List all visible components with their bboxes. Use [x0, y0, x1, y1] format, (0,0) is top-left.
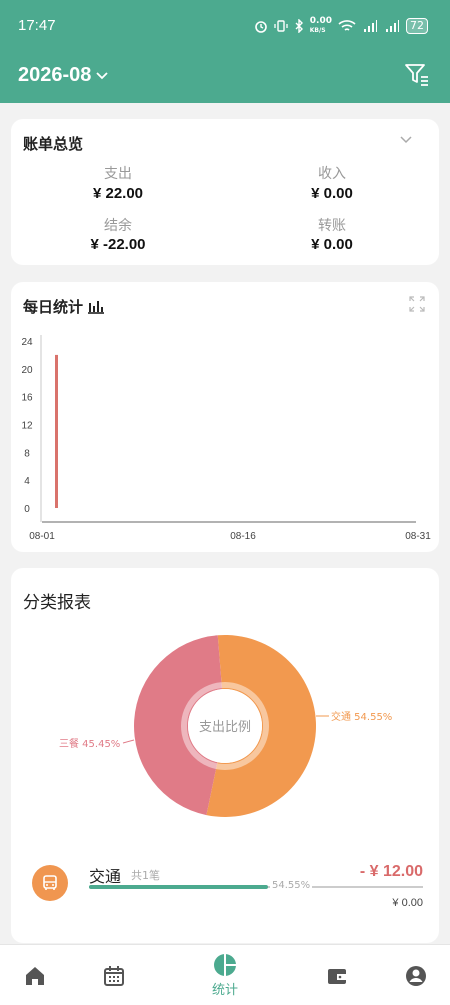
x-tick-label: 08-16 — [230, 531, 256, 542]
overview-label-expense: 支出 — [104, 166, 132, 182]
slice-label: 三餐 45.45% — [59, 737, 120, 750]
overview-label-income: 收入 — [318, 166, 346, 182]
nav-stats-label: 统计 — [211, 983, 238, 998]
category-count: 共1笔 — [131, 869, 160, 882]
status-bar: 17:47 0.00 KB/S 72 — [0, 0, 450, 52]
daily-bar-chart: 24 20 16 12 8 4 0 08-01 08-16 08-31 — [21, 335, 431, 542]
overview-value-expense: ¥ 22.00 — [92, 185, 144, 202]
overview-value-balance: ¥ -22.00 — [90, 236, 146, 253]
signal-icon — [364, 20, 377, 32]
chevron-down-icon[interactable] — [399, 135, 413, 145]
y-tick-label: 4 — [24, 476, 30, 487]
nav-home[interactable] — [5, 945, 65, 1005]
category-progress-fill — [89, 885, 268, 889]
calendar-icon — [104, 965, 124, 986]
bottom-nav: 统计 — [0, 944, 450, 1005]
battery-indicator: 72 — [406, 18, 428, 34]
category-progress-track — [89, 885, 423, 889]
net-speed: 0.00 KB/S — [309, 16, 332, 35]
filter-icon[interactable] — [404, 62, 430, 88]
vibrate-icon — [274, 20, 288, 32]
category-percent: 54.55% — [270, 880, 313, 891]
y-tick-label: 8 — [24, 448, 30, 459]
category-name: 交通 — [89, 867, 122, 886]
chevron-down-icon — [96, 71, 109, 79]
expense-donut-chart: 交通 54.55% 三餐 45.45% 支出比例 — [59, 635, 392, 817]
list-item[interactable]: 交通 共1笔 - ¥ 12.00 54.55% ¥ 0.00 — [11, 851, 439, 921]
y-tick-label: 24 — [21, 337, 33, 348]
y-tick-label: 20 — [21, 365, 33, 376]
signal-icon-2 — [386, 20, 399, 32]
category-card: 分类报表 交通 54.55% 三餐 45.45% 支出比例 交通 共1笔 - ¥ 1… — [11, 568, 439, 943]
nav-profile[interactable] — [386, 945, 446, 1005]
nav-wallet[interactable] — [307, 945, 367, 1005]
top-bar: 17:47 0.00 KB/S 72 2026-08 — [0, 0, 450, 103]
status-icons: 0.00 KB/S 72 — [254, 17, 428, 35]
wallet-icon — [328, 968, 346, 984]
daily-stats-card: 每日统计 24 20 16 12 8 4 0 08-01 08-16 08-31 — [11, 282, 439, 552]
nav-calendar[interactable] — [84, 945, 144, 1005]
category-sub-amount: ¥ 0.00 — [392, 897, 423, 909]
bluetooth-icon — [295, 19, 303, 33]
bar — [55, 354, 58, 508]
y-tick-label: 12 — [21, 421, 33, 432]
stats-icon — [214, 954, 236, 976]
status-time: 17:47 — [18, 17, 56, 34]
y-tick-label: 0 — [24, 504, 30, 515]
category-amount: - ¥ 12.00 — [359, 863, 423, 880]
month-selector[interactable]: 2026-08 — [18, 64, 109, 87]
nav-stats[interactable]: 统计 — [195, 945, 255, 1005]
x-tick-label: 08-31 — [405, 531, 431, 542]
donut-center-label: 支出比例 — [199, 720, 251, 735]
month-label: 2026-08 — [18, 64, 92, 86]
bus-icon — [32, 865, 68, 901]
overview-value-income: ¥ 0.00 — [311, 185, 353, 202]
overview-label-balance: 结余 — [104, 218, 132, 234]
home-icon — [26, 966, 44, 985]
x-tick-label: 08-01 — [29, 531, 55, 542]
slice-leader-line — [122, 739, 135, 744]
slice-label: 交通 54.55% — [331, 710, 392, 723]
alarm-icon — [254, 21, 267, 33]
overview-title: 账单总览 — [23, 135, 84, 153]
overview-card: 账单总览 支出 ¥ 22.00 收入 ¥ 0.00 结余 ¥ -22.00 转账… — [11, 119, 439, 265]
user-icon — [406, 965, 426, 986]
overview-value-transfer: ¥ 0.00 — [311, 236, 353, 253]
wifi-icon — [338, 20, 356, 31]
overview-label-transfer: 转账 — [318, 218, 346, 234]
y-tick-label: 16 — [21, 393, 33, 404]
